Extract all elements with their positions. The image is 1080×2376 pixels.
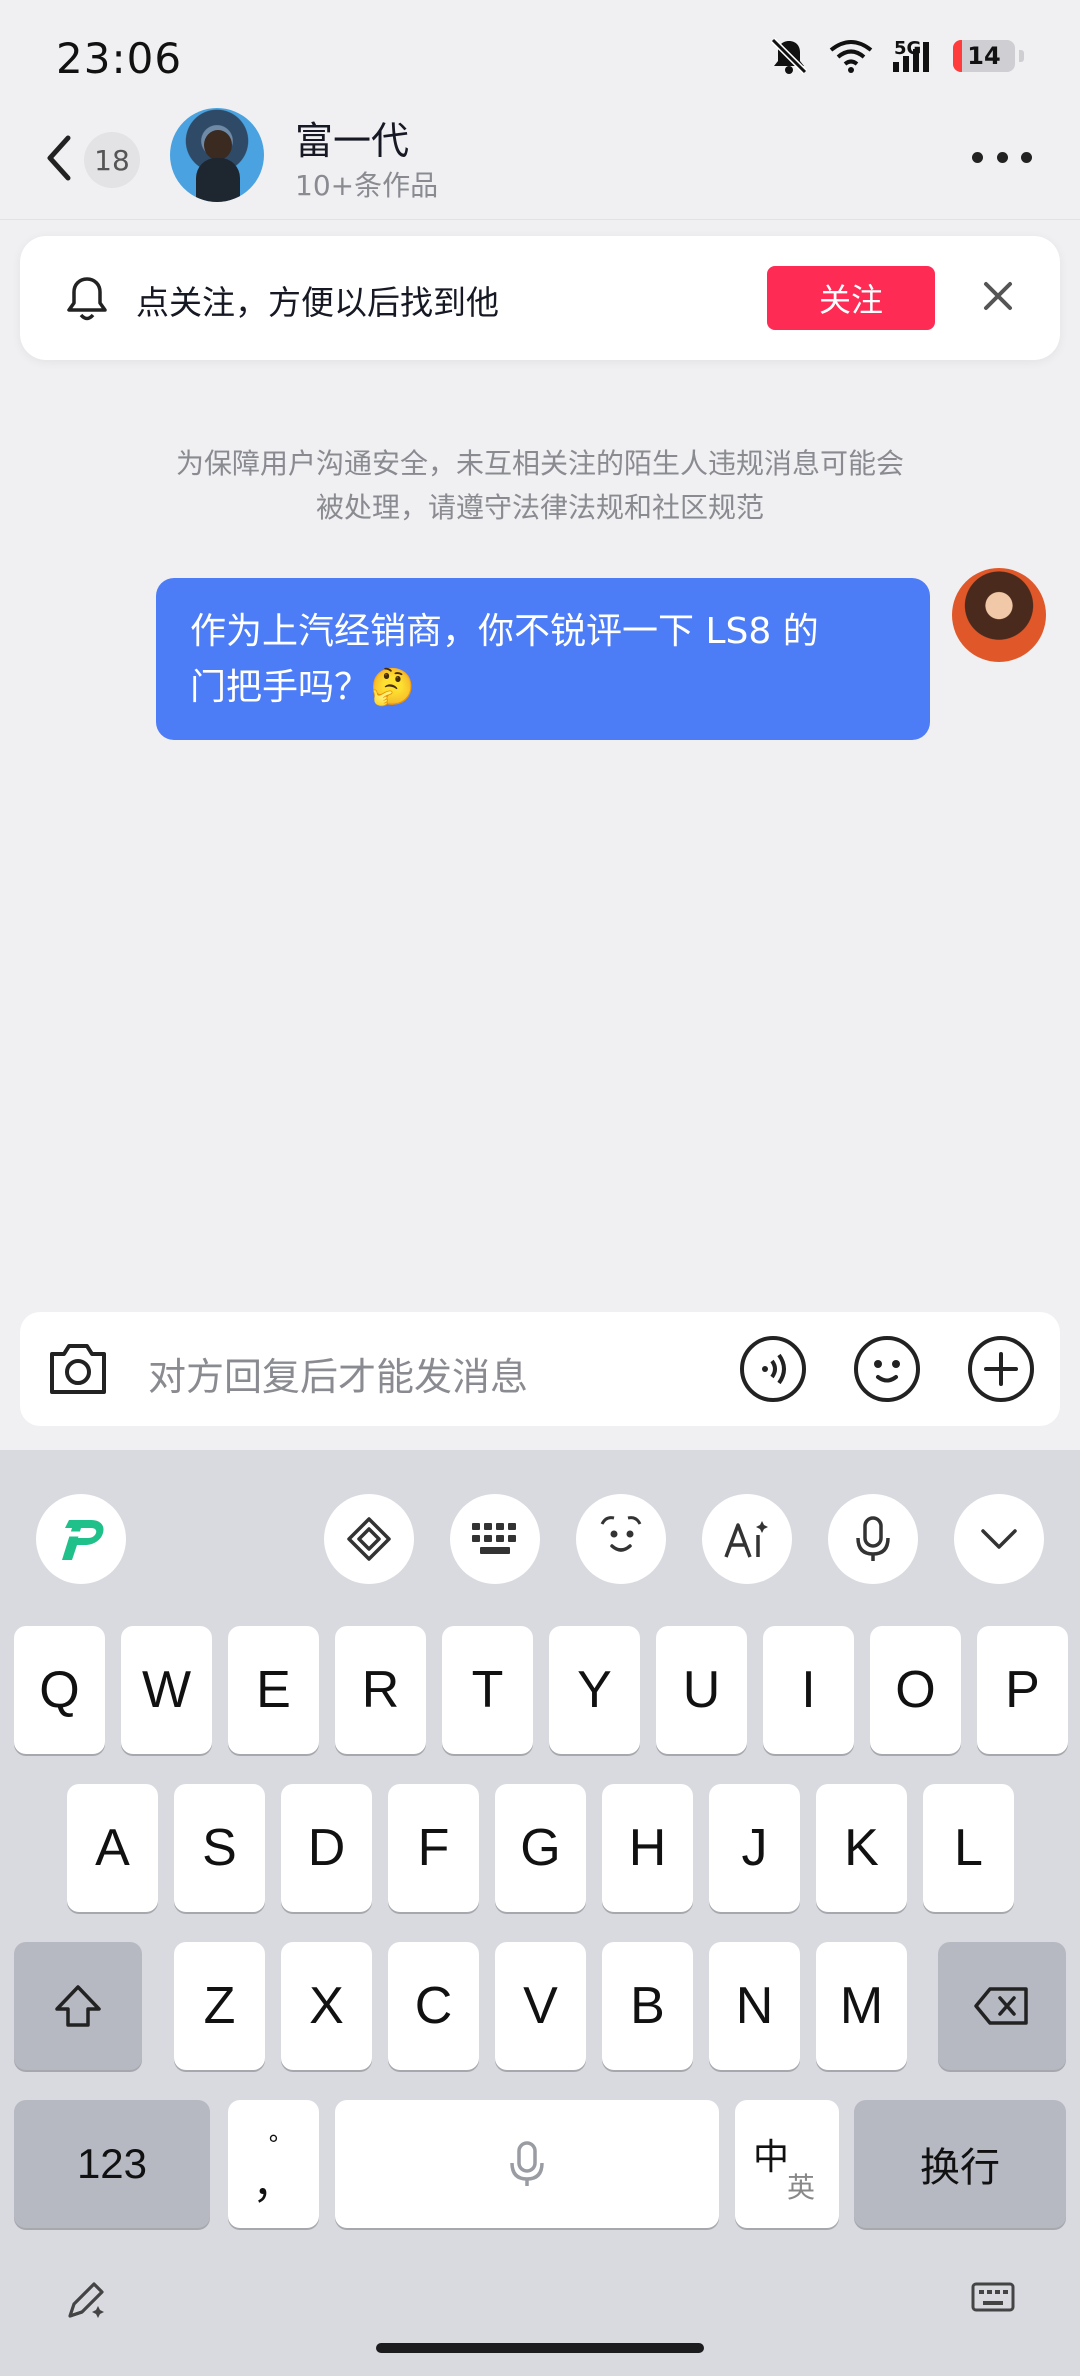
key-t[interactable]: T <box>442 1626 533 1754</box>
more-options-button[interactable] <box>972 142 1032 172</box>
backspace-key[interactable] <box>938 1942 1066 2070</box>
keyboard-layout-icon[interactable] <box>450 1494 540 1584</box>
unread-count-badge: 18 <box>84 132 140 188</box>
shift-key[interactable] <box>14 1942 142 2070</box>
key-c[interactable]: C <box>388 1942 479 2070</box>
shift-arrow-icon <box>55 1985 101 2027</box>
contact-name[interactable]: 富一代 <box>295 110 409 165</box>
numbers-key[interactable]: 123 <box>14 2100 210 2228</box>
language-zh-label: 中 <box>753 2136 790 2177</box>
key-r[interactable]: R <box>335 1626 426 1754</box>
key-j[interactable]: J <box>709 1784 800 1912</box>
space-key[interactable] <box>335 2100 719 2228</box>
back-button[interactable]: 18 <box>44 130 144 190</box>
keyboard-hide-icon[interactable] <box>970 2280 1016 2324</box>
key-g[interactable]: G <box>495 1784 586 1912</box>
status-icons: 14 <box>767 36 1024 76</box>
status-time: 23:06 <box>56 34 183 83</box>
battery-indicator: 14 <box>953 40 1015 72</box>
key-p[interactable]: P <box>977 1626 1068 1754</box>
safety-notice: 为保障用户沟通安全，未互相关注的陌生人违规消息可能会 被处理，请遵守法律法规和社… <box>120 442 960 530</box>
plus-icon[interactable] <box>966 1334 1036 1408</box>
home-indicator[interactable] <box>376 2343 704 2353</box>
key-h[interactable]: H <box>602 1784 693 1912</box>
message-input[interactable]: 对方回复后才能发消息 <box>148 1346 528 1401</box>
battery-tip <box>1019 50 1024 62</box>
key-y[interactable]: Y <box>549 1626 640 1754</box>
key-s[interactable]: S <box>174 1784 265 1912</box>
punctuation-key[interactable]: ° ， <box>228 2100 319 2228</box>
self-avatar[interactable] <box>952 568 1046 662</box>
contact-works-count: 10+条作品 <box>295 169 439 202</box>
handwriting-pen-icon[interactable] <box>62 2276 110 2328</box>
battery-level: 14 <box>967 42 1001 70</box>
punctuation-primary: ， <box>252 2160 295 2207</box>
keyboard: Q W E R T Y U I O P A S D F G H J K L Z … <box>0 1450 1080 2376</box>
status-bar: 23:06 5G 14 <box>0 0 1080 110</box>
safety-notice-line-1: 为保障用户沟通安全，未互相关注的陌生人违规消息可能会 <box>175 447 904 480</box>
key-i[interactable]: I <box>763 1626 854 1754</box>
message-bubble[interactable]: 作为上汽经销商，你不锐评一下 LS8 的 门把手吗？🤔 <box>156 578 930 740</box>
chevron-left-icon <box>44 134 74 186</box>
language-switch-key[interactable]: 中 英 <box>735 2100 839 2228</box>
key-v[interactable]: V <box>495 1942 586 2070</box>
follow-button[interactable]: 关注 <box>767 266 935 330</box>
ai-writing-icon[interactable] <box>702 1494 792 1584</box>
key-b[interactable]: B <box>602 1942 693 2070</box>
sticker-face-icon[interactable] <box>576 1494 666 1584</box>
key-d[interactable]: D <box>281 1784 372 1912</box>
key-u[interactable]: U <box>656 1626 747 1754</box>
backspace-icon <box>974 1987 1028 2025</box>
contact-avatar[interactable] <box>170 108 264 202</box>
key-f[interactable]: F <box>388 1784 479 1912</box>
message-input-bar: 对方回复后才能发消息 <box>20 1312 1060 1426</box>
message-text-line-1: 作为上汽经销商，你不锐评一下 LS8 的 <box>190 611 819 652</box>
keyboard-switch-icon[interactable] <box>324 1494 414 1584</box>
key-q[interactable]: Q <box>14 1626 105 1754</box>
battery-fill <box>953 40 962 72</box>
close-icon[interactable] <box>980 278 1016 318</box>
key-e[interactable]: E <box>228 1626 319 1754</box>
key-a[interactable]: A <box>67 1784 158 1912</box>
key-o[interactable]: O <box>870 1626 961 1754</box>
bell-icon <box>64 274 110 328</box>
language-en-label: 英 <box>787 2172 816 2203</box>
key-x[interactable]: X <box>281 1942 372 2070</box>
camera-icon[interactable] <box>44 1336 112 1406</box>
voice-message-icon[interactable] <box>738 1334 808 1408</box>
key-l[interactable]: L <box>923 1784 1014 1912</box>
mute-bell-icon <box>767 36 811 76</box>
follow-prompt-text: 点关注，方便以后找到他 <box>136 283 499 322</box>
space-mic-icon <box>510 2141 544 2186</box>
message-text-line-2: 门把手吗？🤔 <box>190 667 415 708</box>
keyboard-brand-logo-button[interactable] <box>36 1494 126 1584</box>
key-k[interactable]: K <box>816 1784 907 1912</box>
enter-key[interactable]: 换行 <box>854 2100 1066 2228</box>
key-z[interactable]: Z <box>174 1942 265 2070</box>
key-n[interactable]: N <box>709 1942 800 2070</box>
signal-icon <box>891 38 935 74</box>
follow-banner: 点关注，方便以后找到他 关注 <box>20 236 1060 360</box>
punctuation-secondary: ° <box>268 2129 279 2159</box>
key-w[interactable]: W <box>121 1626 212 1754</box>
emoji-icon[interactable] <box>852 1334 922 1408</box>
safety-notice-line-2: 被处理，请遵守法律法规和社区规范 <box>315 491 764 524</box>
key-m[interactable]: M <box>816 1942 907 2070</box>
wifi-icon <box>829 38 873 74</box>
chat-header: 18 富一代 10+条作品 <box>0 100 1080 220</box>
more-dots-icon <box>972 151 983 163</box>
microphone-icon[interactable] <box>828 1494 918 1584</box>
chevron-down-icon[interactable] <box>954 1494 1044 1584</box>
